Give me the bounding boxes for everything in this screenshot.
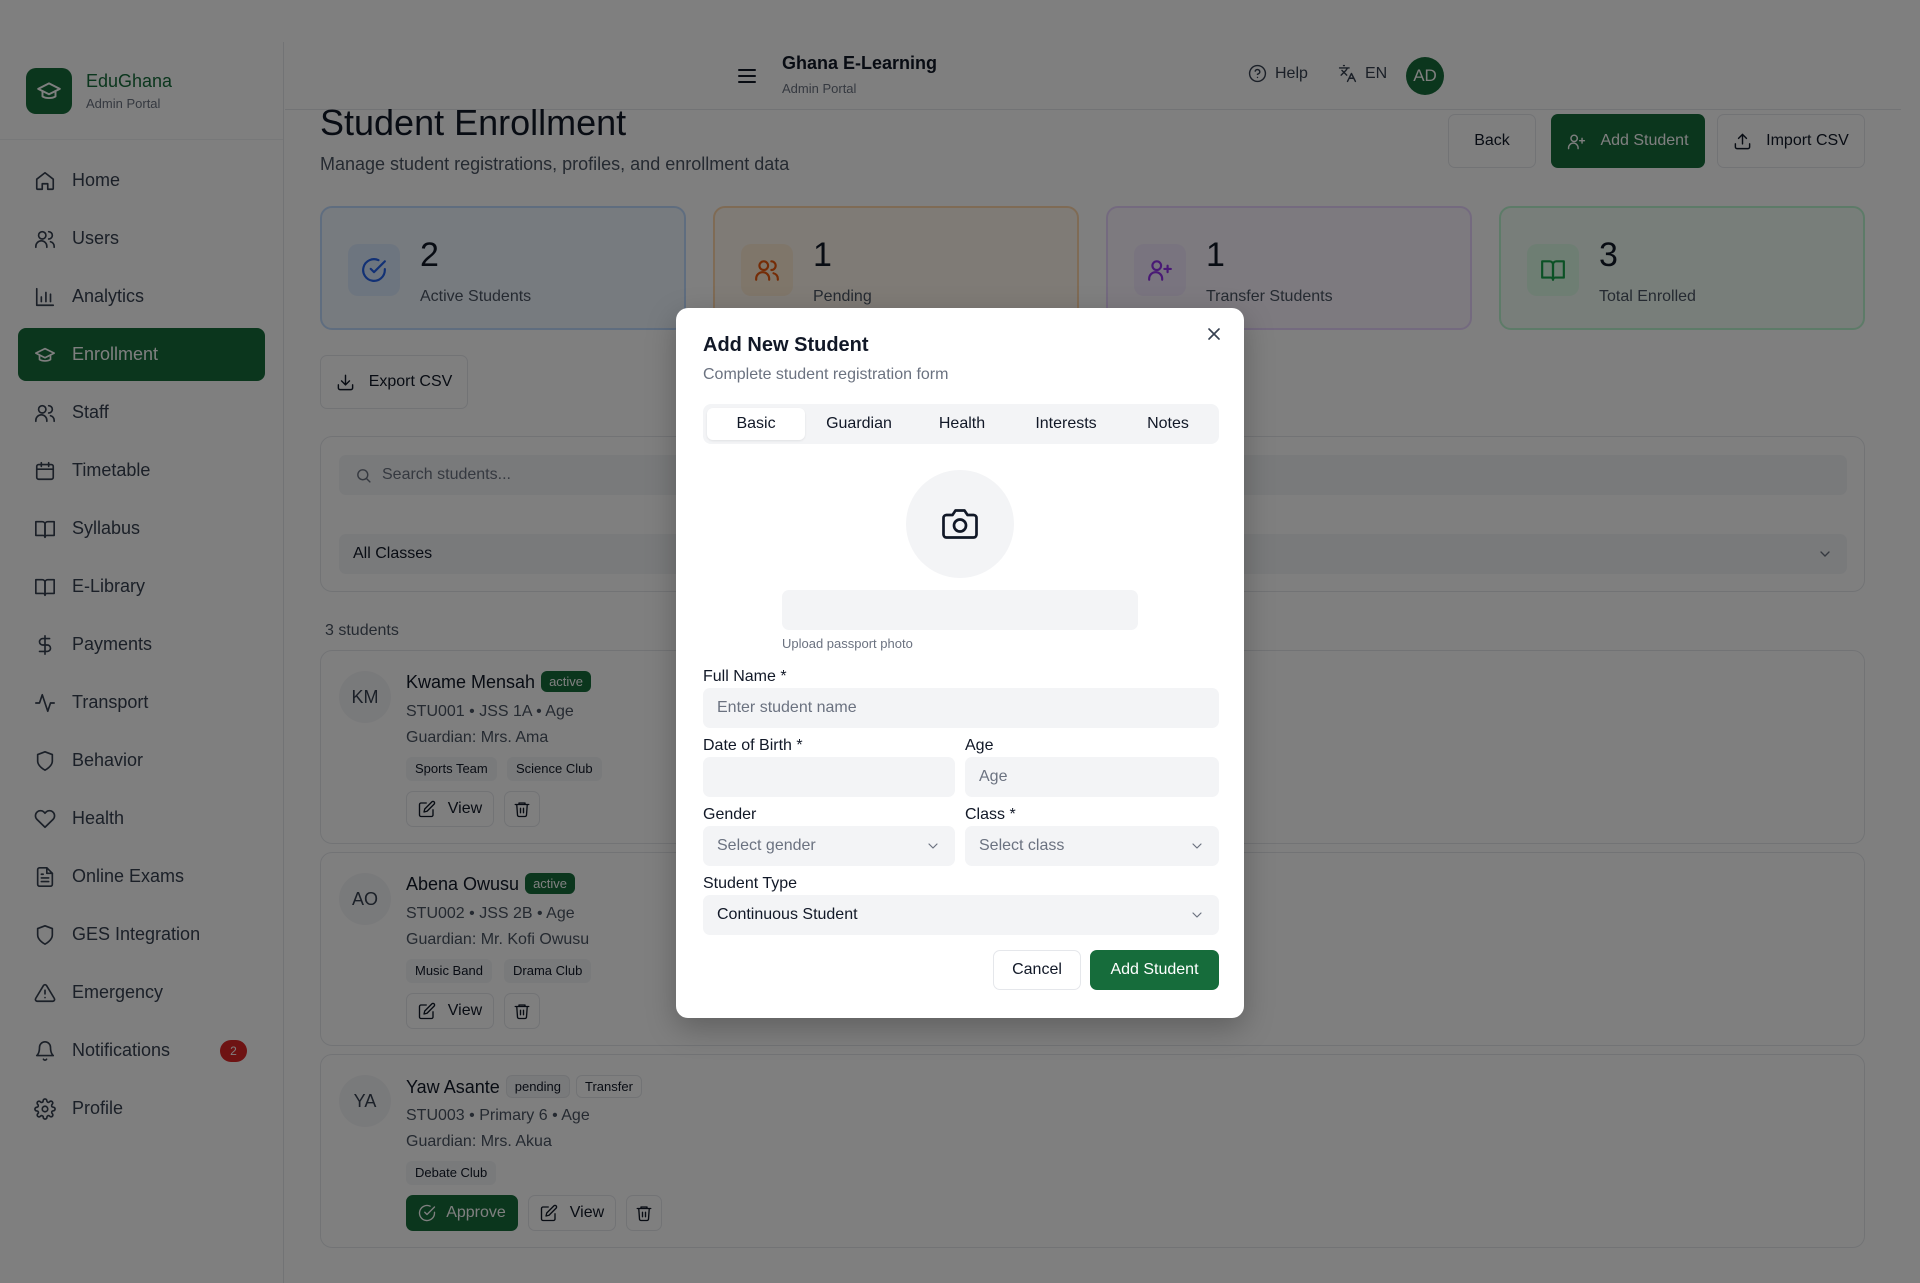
student-type-label: Student Type (703, 875, 797, 892)
gender-select[interactable]: Select gender (703, 826, 955, 866)
submit-label: Add Student (1110, 961, 1199, 978)
age-label: Age (965, 737, 994, 754)
dob-input[interactable] (703, 757, 955, 797)
photo-placeholder[interactable] (906, 470, 1014, 578)
add-student-dialog: Add New Student Complete student registr… (676, 308, 1244, 1018)
photo-hint: Upload passport photo (782, 636, 913, 651)
photo-file-input[interactable] (782, 590, 1138, 630)
class-placeholder: Select class (979, 837, 1065, 854)
tab-basic[interactable]: Basic (707, 408, 805, 440)
chevron-down-icon (1192, 912, 1202, 918)
chevron-down-icon (1192, 843, 1202, 849)
class-select[interactable]: Select class (965, 826, 1219, 866)
full-name-input[interactable]: Enter student name (703, 688, 1219, 728)
dob-label: Date of Birth * (703, 737, 803, 754)
chevron-down-icon (928, 843, 938, 849)
tab-notes[interactable]: Notes (1121, 408, 1215, 440)
close-button[interactable] (1204, 324, 1224, 344)
gender-placeholder: Select gender (717, 837, 816, 854)
cancel-label: Cancel (1012, 961, 1062, 978)
close-icon (1208, 328, 1220, 340)
student-type-value: Continuous Student (717, 906, 858, 923)
student-type-select[interactable]: Continuous Student (703, 895, 1219, 935)
age-placeholder: Age (979, 768, 1008, 785)
tab-guardian[interactable]: Guardian (809, 408, 909, 440)
cancel-button[interactable]: Cancel (993, 950, 1081, 990)
dialog-subtitle: Complete student registration form (703, 366, 949, 383)
age-input[interactable]: Age (965, 757, 1219, 797)
tab-health[interactable]: Health (913, 408, 1011, 440)
class-label: Class * (965, 806, 1016, 823)
dialog-tabs: Basic Guardian Health Interests Notes (703, 404, 1219, 444)
tab-interests[interactable]: Interests (1015, 408, 1117, 440)
dialog-title: Add New Student (703, 334, 869, 356)
gender-label: Gender (703, 806, 757, 823)
camera-icon (942, 509, 978, 539)
full-name-placeholder: Enter student name (717, 699, 857, 716)
submit-add-student-button[interactable]: Add Student (1090, 950, 1219, 990)
full-name-label: Full Name * (703, 668, 787, 685)
